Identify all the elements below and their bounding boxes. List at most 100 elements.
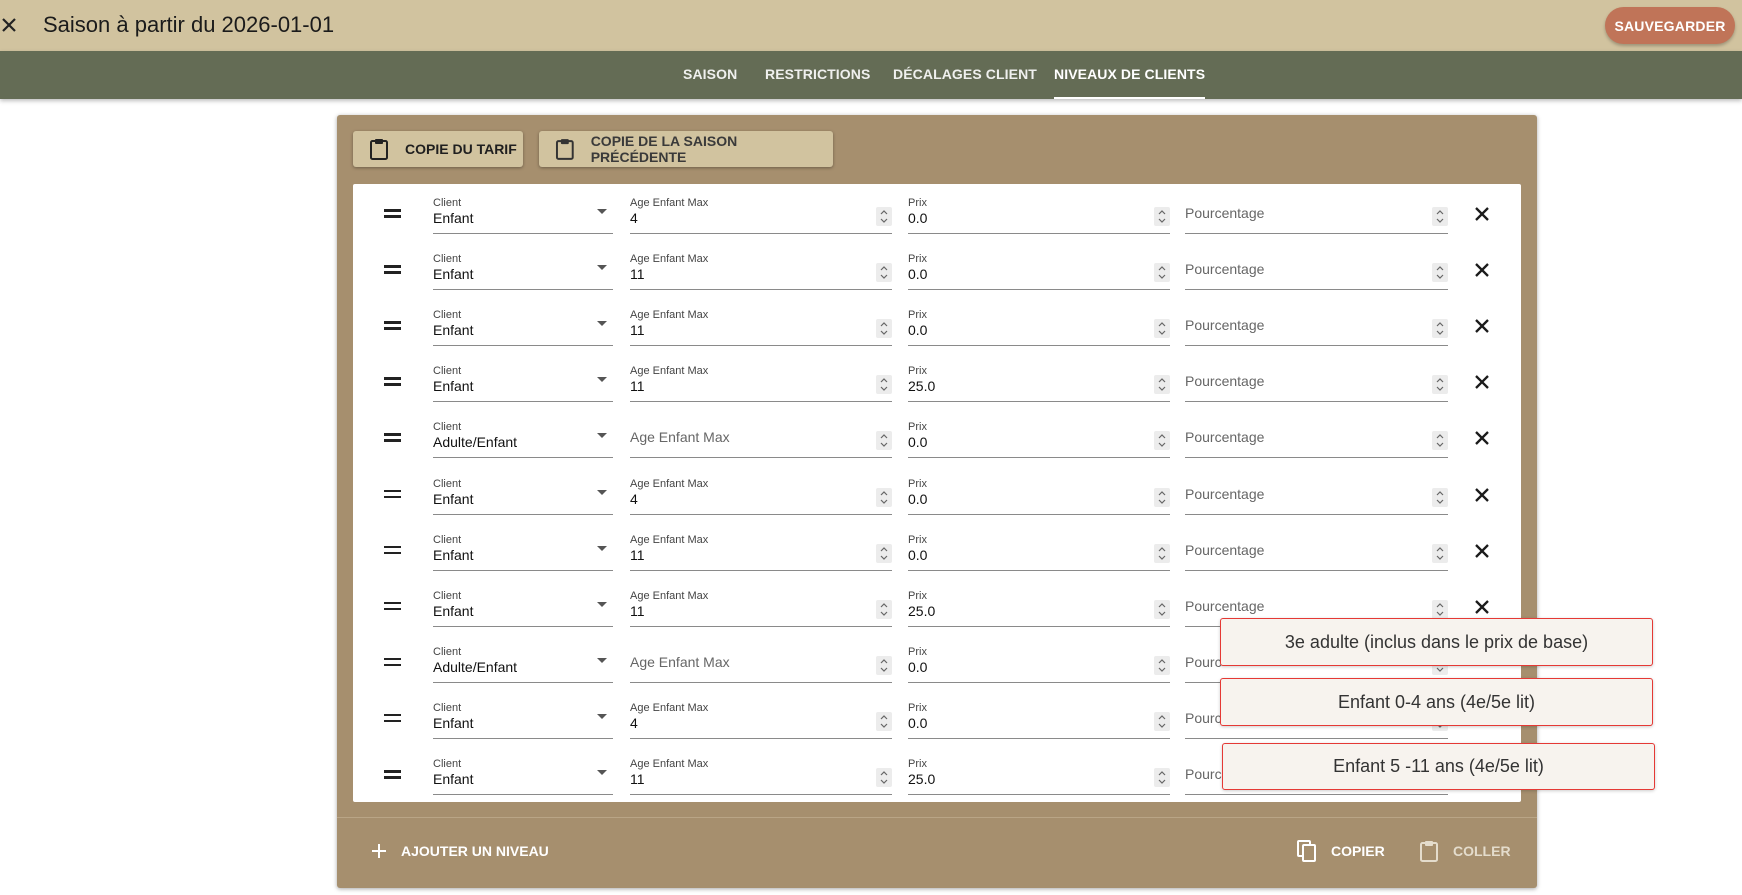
percent-input[interactable]: Pourcentage <box>1185 188 1448 234</box>
drag-handle-icon[interactable] <box>384 601 401 613</box>
number-spinner-icon[interactable] <box>1154 319 1170 339</box>
age-max-input[interactable]: Age Enfant Max 11 <box>630 581 892 627</box>
drag-handle-icon[interactable] <box>384 320 401 332</box>
tab-saison[interactable]: SAISON <box>683 51 737 99</box>
dropdown-arrow-icon[interactable] <box>597 770 607 775</box>
age-max-input[interactable]: Age Enfant Max 11 <box>630 356 892 403</box>
dropdown-arrow-icon[interactable] <box>597 601 607 607</box>
price-input[interactable]: Prix 0.0 <box>908 637 1170 683</box>
price-input[interactable]: Prix 25.0 <box>908 581 1170 627</box>
number-spinner-icon[interactable] <box>1154 768 1170 787</box>
price-input[interactable]: Prix 0.0 <box>908 693 1170 739</box>
dropdown-arrow-icon[interactable] <box>597 433 607 439</box>
drag-handle-icon[interactable] <box>384 376 401 388</box>
drag-handle-icon[interactable] <box>384 489 401 501</box>
client-select[interactable]: Client Enfant <box>433 244 613 291</box>
age-max-input[interactable]: Age Enfant Max <box>630 637 892 683</box>
age-max-input[interactable]: Age Enfant Max 11 <box>630 749 892 795</box>
number-spinner-icon[interactable] <box>876 711 892 731</box>
price-input[interactable]: Prix 0.0 <box>908 412 1170 459</box>
copy-previous-season-button[interactable]: COPIE DE LA SAISON PRÉCÉDENTE <box>539 131 833 167</box>
client-select[interactable]: Client Enfant <box>433 525 613 571</box>
tab-niveaux-de-clients[interactable]: NIVEAUX DE CLIENTS <box>1054 51 1206 99</box>
drag-handle-icon[interactable] <box>384 545 401 557</box>
age-max-input[interactable]: Age Enfant Max 4 <box>630 693 892 739</box>
delete-row-icon[interactable] <box>1474 262 1490 278</box>
delete-row-icon[interactable] <box>1474 206 1490 222</box>
number-spinner-icon[interactable] <box>1154 599 1170 619</box>
age-max-input[interactable]: Age Enfant Max 11 <box>630 525 892 571</box>
copy-button[interactable]: COPIER <box>1297 831 1385 871</box>
number-spinner-icon[interactable] <box>1432 263 1448 283</box>
delete-row-icon[interactable] <box>1474 599 1490 615</box>
number-spinner-icon[interactable] <box>1432 375 1448 395</box>
percent-input[interactable]: Pourcentage <box>1185 469 1448 515</box>
dropdown-arrow-icon[interactable] <box>597 713 607 719</box>
drag-handle-icon[interactable] <box>384 208 401 220</box>
client-select[interactable]: Client Adulte/Enfant <box>433 412 613 459</box>
price-input[interactable]: Prix 0.0 <box>908 300 1170 347</box>
number-spinner-icon[interactable] <box>1432 543 1448 563</box>
number-spinner-icon[interactable] <box>876 319 892 339</box>
dropdown-arrow-icon[interactable] <box>597 489 607 495</box>
client-select[interactable]: Client Enfant <box>433 693 613 739</box>
paste-button[interactable]: COLLER <box>1419 831 1511 871</box>
number-spinner-icon[interactable] <box>876 263 892 283</box>
close-icon[interactable] <box>0 13 20 37</box>
age-max-input[interactable]: Age Enfant Max 11 <box>630 300 892 347</box>
price-input[interactable]: Prix 0.0 <box>908 525 1170 571</box>
delete-row-icon[interactable] <box>1474 543 1490 559</box>
dropdown-arrow-icon[interactable] <box>597 265 607 271</box>
number-spinner-icon[interactable] <box>1154 263 1170 283</box>
number-spinner-icon[interactable] <box>1432 599 1448 619</box>
age-max-input[interactable]: Age Enfant Max 11 <box>630 244 892 291</box>
drag-handle-icon[interactable] <box>384 264 401 276</box>
delete-row-icon[interactable] <box>1474 487 1490 503</box>
number-spinner-icon[interactable] <box>1432 487 1448 507</box>
number-spinner-icon[interactable] <box>876 207 892 226</box>
age-max-input[interactable]: Age Enfant Max 4 <box>630 188 892 234</box>
client-select[interactable]: Client Enfant <box>433 581 613 627</box>
percent-input[interactable]: Pourcentage <box>1185 300 1448 347</box>
percent-input[interactable]: Pourcentage <box>1185 525 1448 571</box>
number-spinner-icon[interactable] <box>1154 543 1170 563</box>
number-spinner-icon[interactable] <box>876 768 892 787</box>
number-spinner-icon[interactable] <box>1154 487 1170 507</box>
number-spinner-icon[interactable] <box>876 487 892 507</box>
drag-handle-icon[interactable] <box>384 432 401 444</box>
client-select[interactable]: Client Enfant <box>433 749 613 795</box>
number-spinner-icon[interactable] <box>876 655 892 675</box>
drag-handle-icon[interactable] <box>384 657 401 669</box>
save-button[interactable]: SAUVEGARDER <box>1605 7 1735 44</box>
age-max-input[interactable]: Age Enfant Max <box>630 412 892 459</box>
percent-input[interactable]: Pourcentage <box>1185 356 1448 403</box>
drag-handle-icon[interactable] <box>384 713 401 725</box>
number-spinner-icon[interactable] <box>1154 431 1170 451</box>
client-select[interactable]: Client Enfant <box>433 300 613 347</box>
client-select[interactable]: Client Enfant <box>433 356 613 403</box>
number-spinner-icon[interactable] <box>1432 207 1448 226</box>
dropdown-arrow-icon[interactable] <box>597 377 607 383</box>
price-input[interactable]: Prix 0.0 <box>908 244 1170 291</box>
number-spinner-icon[interactable] <box>876 375 892 395</box>
percent-input[interactable]: Pourcentage <box>1185 412 1448 459</box>
dropdown-arrow-icon[interactable] <box>597 209 607 214</box>
number-spinner-icon[interactable] <box>1154 207 1170 226</box>
number-spinner-icon[interactable] <box>1154 375 1170 395</box>
age-max-input[interactable]: Age Enfant Max 4 <box>630 469 892 515</box>
add-level-button[interactable]: AJOUTER UN NIVEAU <box>371 831 549 871</box>
price-input[interactable]: Prix 25.0 <box>908 356 1170 403</box>
dropdown-arrow-icon[interactable] <box>597 545 607 551</box>
delete-row-icon[interactable] <box>1474 318 1490 334</box>
number-spinner-icon[interactable] <box>876 431 892 451</box>
client-select[interactable]: Client Enfant <box>433 469 613 515</box>
drag-handle-icon[interactable] <box>384 769 401 781</box>
tab-decalages-client[interactable]: DÉCALAGES CLIENT <box>893 51 1037 99</box>
number-spinner-icon[interactable] <box>876 543 892 563</box>
dropdown-arrow-icon[interactable] <box>597 321 607 327</box>
percent-input[interactable]: Pourcentage <box>1185 244 1448 291</box>
delete-row-icon[interactable] <box>1474 430 1490 446</box>
price-input[interactable]: Prix 25.0 <box>908 749 1170 795</box>
tab-restrictions[interactable]: RESTRICTIONS <box>765 51 870 99</box>
number-spinner-icon[interactable] <box>1432 319 1448 339</box>
